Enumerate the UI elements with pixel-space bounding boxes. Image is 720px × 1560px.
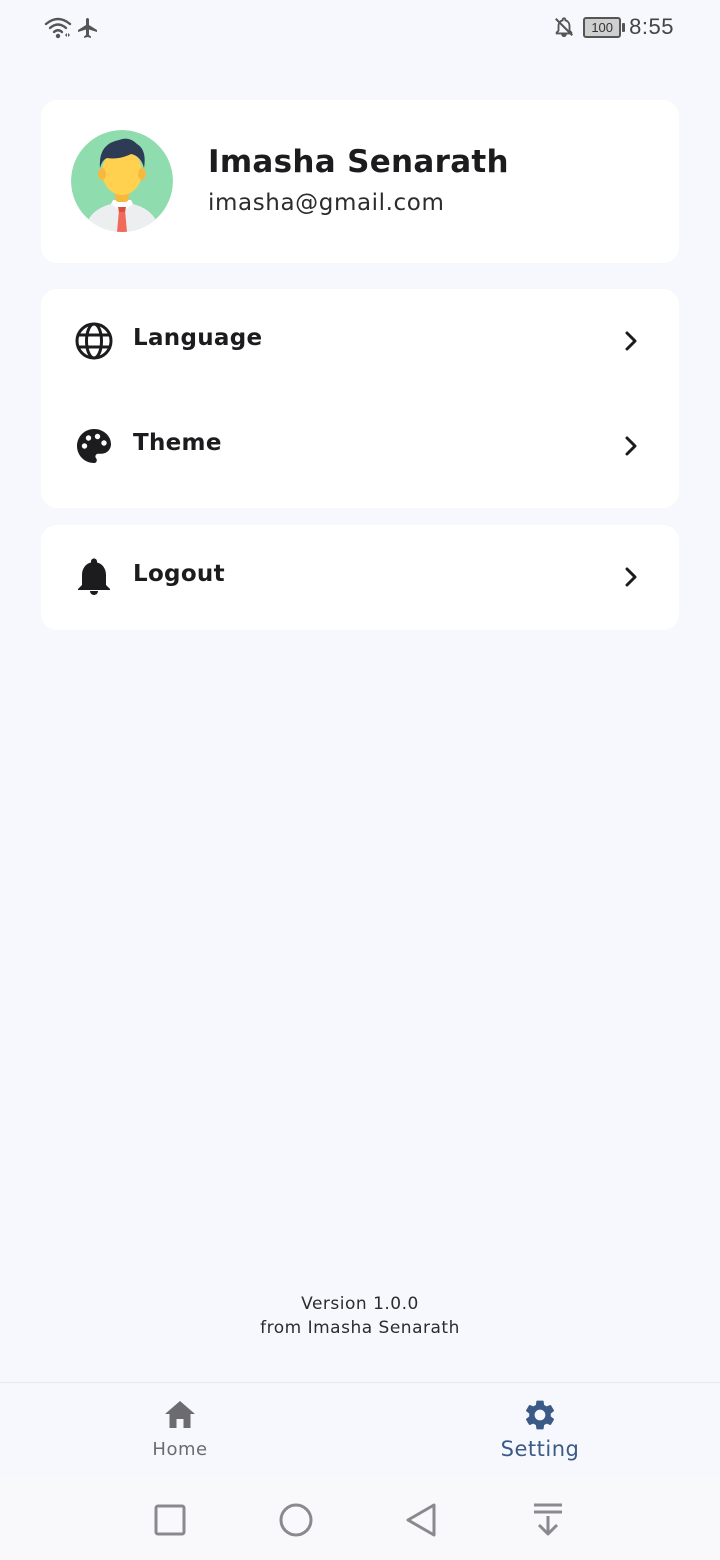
chevron-right-icon	[625, 567, 637, 587]
palette-icon	[77, 429, 111, 463]
wifi-icon	[44, 17, 72, 39]
system-navigation-bar	[0, 1478, 720, 1560]
version-text: Version 1.0.0	[301, 1294, 419, 1314]
profile-email: imasha@gmail.com	[208, 190, 445, 216]
nav-item-home-label: Home	[152, 1439, 208, 1460]
globe-icon	[75, 322, 113, 360]
home-circle-icon[interactable]	[276, 1500, 316, 1540]
recents-square-icon[interactable]	[150, 1500, 190, 1540]
profile-card: Imasha Senarath imasha@gmail.com	[41, 100, 679, 263]
avatar-icon	[71, 130, 173, 232]
nav-item-setting-label: Setting	[500, 1437, 580, 1461]
status-right-icons: 100 8:55	[553, 14, 674, 40]
battery-icon: 100	[583, 16, 626, 38]
chevron-right-icon	[625, 436, 637, 456]
logout-button[interactable]: Logout	[41, 525, 679, 630]
nav-item-home[interactable]: Home	[80, 1397, 280, 1460]
logout-card: Logout	[41, 525, 679, 630]
status-left-icons	[44, 16, 100, 40]
status-time: 8:55	[629, 14, 674, 39]
home-icon	[165, 1401, 195, 1428]
back-triangle-icon[interactable]	[402, 1500, 442, 1540]
settings-menu-card: Language Theme	[41, 289, 679, 508]
profile-name: Imasha Senarath	[208, 144, 509, 180]
logout-label: Logout	[133, 561, 225, 587]
notifications-off-icon	[555, 17, 574, 38]
menu-item-language-label: Language	[133, 325, 263, 351]
app-version-footer: Version 1.0.0 from Imasha Senarath	[0, 1292, 720, 1340]
status-bar: 100 8:55	[0, 0, 720, 60]
menu-item-theme-label: Theme	[133, 430, 222, 456]
menu-item-language[interactable]: Language	[41, 289, 679, 394]
menu-item-theme[interactable]: Theme	[41, 394, 679, 499]
bottom-navigation: Home Setting	[0, 1382, 720, 1479]
chevron-right-icon	[625, 331, 637, 351]
bell-icon	[78, 558, 110, 595]
pull-down-icon[interactable]	[528, 1500, 568, 1540]
credit-text: from Imasha Senarath	[260, 1318, 460, 1338]
gear-icon	[525, 1400, 555, 1430]
airplane-icon	[78, 18, 97, 38]
nav-item-setting[interactable]: Setting	[440, 1397, 640, 1461]
